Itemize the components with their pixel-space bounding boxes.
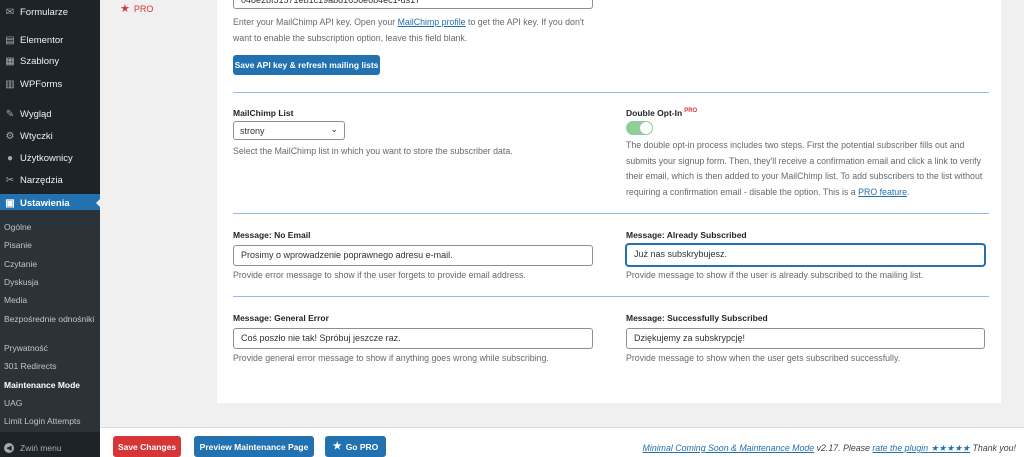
mailchimp-list-value: strony: [240, 126, 265, 136]
mailchimp-list-select[interactable]: strony ⌄: [233, 121, 345, 140]
section-divider: [233, 296, 989, 297]
submenu-item-maintenance-mode[interactable]: Maintenance Mode: [4, 380, 96, 391]
user-icon: ●: [6, 152, 14, 164]
menu-item-label: Użytkownicy: [20, 152, 73, 164]
submenu-item-uag[interactable]: UAG: [4, 398, 96, 409]
message-general-error-description: Provide general error message to show if…: [233, 353, 549, 363]
envelope-icon: ✉: [5, 6, 15, 18]
message-no-email-description: Provide error message to show if the use…: [233, 270, 526, 280]
message-general-error-label: Message: General Error: [233, 313, 329, 323]
settings-icon: ▣: [5, 197, 15, 209]
save-api-key-button[interactable]: Save API key & refresh mailing lists: [233, 55, 380, 75]
pro-badge-label: PRO: [133, 3, 154, 14]
brush-icon: ✎: [5, 108, 15, 120]
menu-item-label: Szablony: [20, 55, 60, 67]
submenu-item-media[interactable]: Media: [4, 295, 96, 306]
plugin-icon: ⚙: [5, 130, 15, 142]
sticky-footer: Save Changes Preview Maintenance Page ★ …: [100, 427, 1024, 457]
menu-item-label: WPForms: [20, 78, 63, 90]
forms-icon: ▥: [5, 78, 15, 90]
message-success-label: Message: Successfully Subscribed: [626, 313, 768, 323]
submenu-item-privacy[interactable]: Prywatność: [4, 343, 96, 354]
star-icon: ★: [120, 3, 130, 15]
mailchimp-list-description: Select the MailChimp list in which you w…: [233, 146, 513, 156]
elementor-icon: ▤: [5, 34, 15, 46]
submenu-item-discussion[interactable]: Dyskusja: [4, 277, 96, 288]
menu-item-narz-dzia[interactable]: ✂ Narzędzia: [0, 171, 100, 189]
menu-item-u-ytkownicy[interactable]: ● Użytkownicy: [0, 149, 100, 167]
settings-submenu: Ogólne Pisanie Czytanie Dyskusja Media B…: [0, 210, 100, 432]
collapse-menu-label: Zwiń menu: [20, 442, 62, 453]
active-arrow-icon: [96, 199, 100, 207]
double-optin-description: The double opt-in process includes two s…: [626, 140, 983, 197]
settings-panel: 048e2bf51571eb1c19abd1656e6b4ec1-us17 En…: [217, 0, 1001, 403]
section-divider: [233, 213, 989, 214]
menu-item-label: Wygląd: [20, 108, 52, 120]
menu-item-formularze[interactable]: ✉ Formularze: [0, 3, 100, 21]
section-divider: [233, 92, 989, 93]
submenu-item-limit-login[interactable]: Limit Login Attempts: [4, 416, 96, 427]
mailchimp-profile-link[interactable]: MailChimp profile: [398, 17, 466, 27]
api-key-input[interactable]: 048e2bf51571eb1c19abd1656e6b4ec1-us17: [233, 0, 593, 9]
pro-badge: ★ PRO: [120, 2, 153, 15]
rate-plugin-link[interactable]: rate the plugin ★★★★★: [872, 443, 970, 453]
submenu-item-writing[interactable]: Pisanie: [4, 240, 96, 251]
chevron-down-icon: ⌄: [330, 124, 338, 134]
submenu-item-general[interactable]: Ogólne: [4, 222, 96, 233]
folder-icon: ▦: [5, 55, 15, 67]
save-changes-button[interactable]: Save Changes: [113, 436, 181, 457]
menu-item-elementor[interactable]: ▤ Elementor: [0, 31, 100, 49]
collapse-arrow-icon: ◀: [4, 442, 14, 453]
menu-item-label: Wtyczki: [20, 130, 53, 142]
mailchimp-list-label: MailChimp List: [233, 108, 294, 118]
menu-item-wtyczki[interactable]: ⚙ Wtyczki: [0, 127, 100, 145]
message-no-email-input[interactable]: Prosimy o wprowadzenie poprawnego adresu…: [233, 245, 593, 266]
rating-stars-icon: ★★★★★: [930, 443, 971, 453]
message-general-error-input[interactable]: Coś poszło nie tak! Spróbuj jeszcze raz.: [233, 328, 593, 349]
menu-item-wygl-d[interactable]: ✎ Wygląd: [0, 105, 100, 123]
menu-item-label: Formularze: [20, 6, 69, 18]
message-success-input[interactable]: Dziękujemy za subskrypcję!: [626, 328, 985, 349]
menu-item-szablony[interactable]: ▦ Szablony: [0, 52, 100, 70]
menu-item-label: Elementor: [20, 34, 64, 46]
double-optin-toggle[interactable]: [626, 121, 653, 135]
submenu-item-redirects[interactable]: 301 Redirects: [4, 361, 96, 372]
message-success-description: Provide message to show when the user ge…: [626, 353, 901, 363]
collapse-menu-button[interactable]: ◀ Zwiń menu: [0, 438, 100, 457]
wrench-icon: ✂: [5, 174, 15, 186]
menu-item-label: Ustawienia: [20, 197, 70, 209]
go-pro-button[interactable]: ★ Go PRO: [325, 436, 386, 457]
message-no-email-label: Message: No Email: [233, 230, 311, 240]
admin-sidebar: ✉ Formularze ▤ Elementor ▦ Szablony ▥ WPForms ✎ W…: [0, 0, 100, 457]
plugin-name-link[interactable]: Minimal Coming Soon & Maintenance Mode: [643, 443, 815, 453]
message-already-subscribed-label: Message: Already Subscribed: [626, 230, 747, 240]
message-already-subscribed-description: Provide message to show if the user is a…: [626, 270, 924, 280]
menu-item-wpforms[interactable]: ▥ WPForms: [0, 75, 100, 93]
menu-item-label: Narzędzia: [20, 174, 63, 186]
star-icon: ★: [332, 441, 342, 452]
api-key-description: Enter your MailChimp API key. Open your …: [233, 17, 584, 43]
pro-tag: PRO: [684, 108, 698, 115]
footer-credits: Minimal Coming Soon & Maintenance Mode v…: [642, 443, 1016, 453]
preview-maintenance-button[interactable]: Preview Maintenance Page: [194, 436, 314, 457]
toggle-knob: [640, 122, 652, 134]
message-already-subscribed-input[interactable]: Już nas subskrybujesz.: [626, 244, 985, 266]
double-optin-label: Double Opt-In PRO: [626, 108, 698, 118]
submenu-item-reading[interactable]: Czytanie: [4, 259, 96, 270]
pro-feature-link[interactable]: PRO feature: [858, 187, 907, 197]
submenu-item-permalinks[interactable]: Bezpośrednie odnośniki: [4, 314, 96, 325]
